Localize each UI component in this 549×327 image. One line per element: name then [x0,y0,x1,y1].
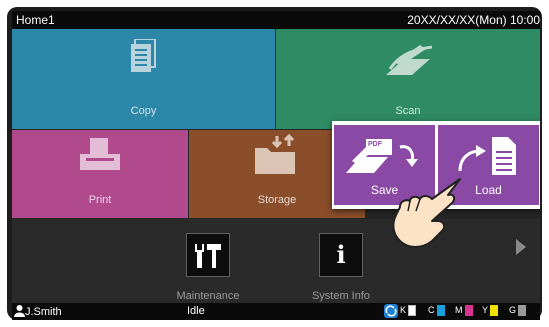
screen-name: Home1 [16,13,55,27]
toner-m-bar [464,305,473,317]
user-icon [14,305,25,317]
pointing-hand-icon [392,178,461,248]
user-info[interactable]: J.Smith [14,305,62,318]
tools-icon [195,244,221,268]
copy-label: Copy [130,105,157,117]
copy-tile[interactable]: Copy [12,29,275,129]
document-load-icon [458,137,516,175]
toner-y: Y [482,305,499,317]
toner-c-bar [436,305,445,317]
toner-c-label: C [428,305,435,315]
scan-label: Scan [395,105,421,117]
toner-g: G [509,305,527,317]
folder-arrows-icon [255,134,295,174]
maintenance-label: Maintenance [176,290,240,302]
touch-screen: Home1 20XX/XX/XX(Mon) 10:00 Copy Scan Pr [12,11,540,320]
toner-g-bar [518,305,527,317]
info-icon: i [336,240,346,269]
next-arrow-icon[interactable] [516,239,526,255]
printer-icon [80,138,120,170]
toner-m: M [455,305,473,317]
toner-k-label: K [400,305,407,315]
pdf-save-icon [346,139,418,173]
toner-g-label: G [509,305,517,315]
toner-k: K [400,305,417,317]
print-label: Print [88,194,112,206]
network-arrows-glyph [385,305,397,317]
network-icon[interactable] [384,304,398,318]
toner-c: C [428,305,445,317]
toner-m-label: M [455,305,463,315]
toner-y-label: Y [482,305,489,315]
document-copy-icon [131,39,156,72]
user-name: J.Smith [25,306,62,318]
pdf-badge: PDF [368,141,382,148]
print-tile[interactable]: Print [12,130,188,218]
toner-y-bar [490,305,499,317]
system-info-label: System Info [311,290,371,302]
title-bar: Home1 20XX/XX/XX(Mon) 10:00 [12,11,540,29]
scan-tile[interactable]: Scan [276,29,540,129]
scanner-icon [386,45,433,75]
date-time: 20XX/XX/XX(Mon) 10:00 [407,13,540,27]
printer-status: Idle [187,305,205,317]
status-bar: J.Smith Idle K C M Y G [12,303,540,320]
system-info-button[interactable]: i [319,233,363,277]
maintenance-button[interactable] [186,233,230,277]
toner-k-bar [408,305,417,317]
